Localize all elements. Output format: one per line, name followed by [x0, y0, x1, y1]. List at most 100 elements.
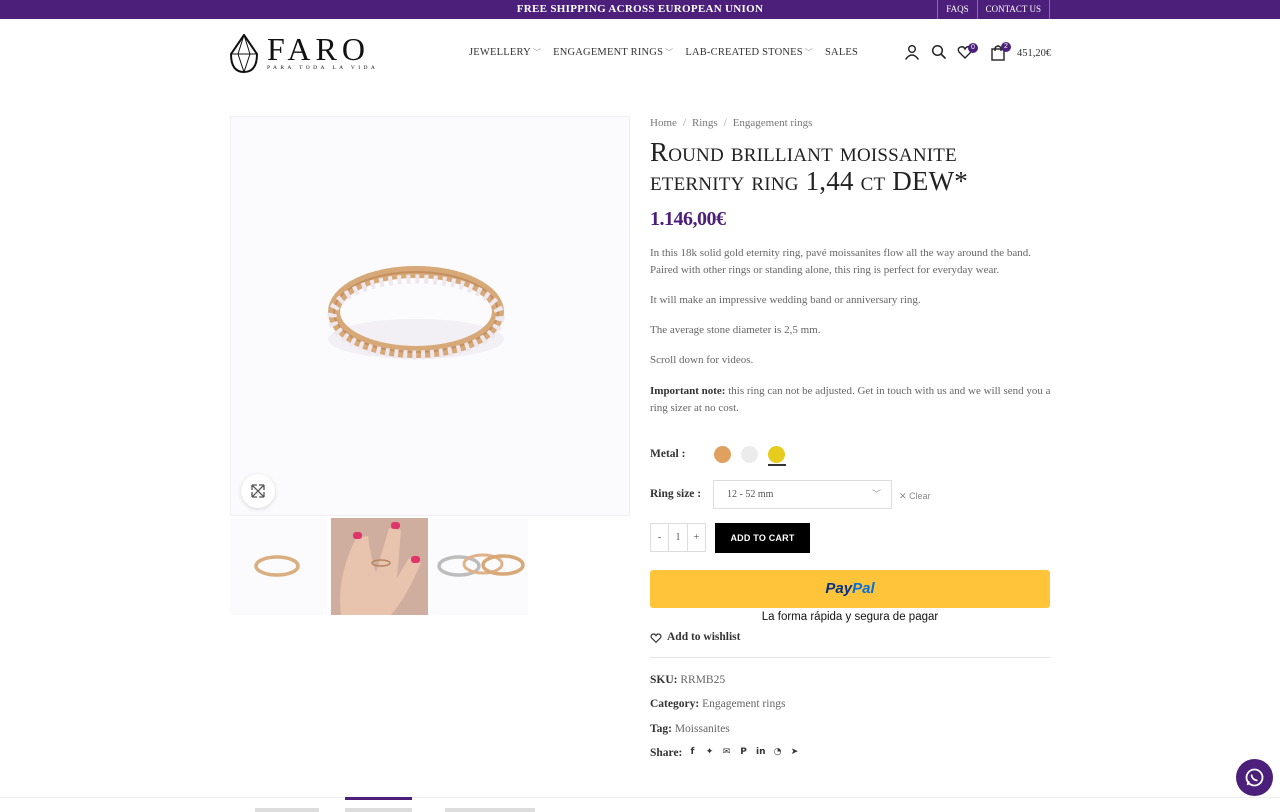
metal-label: Metal :	[650, 448, 686, 460]
ring-size-label-text: Ring size	[650, 488, 695, 500]
ring-thumbnail-image	[254, 555, 300, 577]
product-price: 1.146,00€	[650, 208, 726, 230]
tag-link[interactable]: Moissanites	[675, 723, 730, 735]
product-description-1: In this 18k solid gold eternity ring, pa…	[650, 247, 1031, 276]
ring-size-label: Ring size :	[650, 488, 702, 500]
share-icons: f ✦ ✉ P in ◔ ➤	[688, 748, 799, 757]
chevron-down-icon: ﹀	[532, 48, 542, 57]
linkedin-icon[interactable]: in	[756, 748, 766, 757]
tab-ghost	[255, 808, 319, 812]
nav-label: SALES	[825, 47, 859, 58]
nav-item-sales[interactable]: SALES	[825, 47, 858, 58]
sku-row: SKU: RRMB25	[650, 674, 725, 686]
gem-logo-icon	[229, 34, 259, 74]
cart-total[interactable]: 451,20€	[1017, 48, 1051, 59]
swatch-yellow-gold[interactable]	[768, 446, 785, 463]
category-label: Category:	[650, 698, 700, 710]
important-note: Important note: this ring can not be adj…	[650, 383, 1052, 416]
whatsapp-chat-button[interactable]	[1236, 759, 1273, 796]
nav-item-jewellery[interactable]: JEWELLERY ﹀	[469, 47, 541, 58]
telegram-icon[interactable]: ➤	[790, 748, 799, 757]
clear-label: Clear	[909, 491, 931, 501]
increase-button[interactable]: +	[688, 524, 705, 551]
product-description-3: The average stone diameter is 2,5 mm.	[650, 324, 821, 336]
nav-label: JEWELLERY	[469, 47, 531, 58]
twitter-icon[interactable]: ✦	[705, 748, 714, 757]
swatch-white-gold[interactable]	[741, 446, 758, 463]
add-to-wishlist-link[interactable]: Add to wishlist	[650, 631, 741, 643]
tab-ghost	[445, 808, 535, 812]
faqs-link[interactable]: FAQS	[937, 0, 976, 19]
breadcrumb: Home / Rings / Engagement rings	[650, 117, 812, 129]
divider	[650, 657, 1050, 658]
product-main-image[interactable]	[230, 116, 630, 516]
quantity-input[interactable]: 1	[668, 524, 688, 551]
tag-row: Tag: Moissanites	[650, 723, 730, 735]
product-title: Round brilliant moissanite eternity ring…	[650, 137, 969, 196]
tag-label: Tag:	[650, 723, 672, 735]
paypal-logo-pay: Pay	[825, 580, 853, 597]
account-icon[interactable]	[904, 44, 920, 60]
thumbnail-3[interactable]	[431, 518, 528, 615]
rings-thumbnail-image	[437, 553, 525, 577]
nav-label: LAB-CREATED STONES	[685, 47, 803, 58]
ring-size-select[interactable]: 12 - 52 mm ﹀	[713, 480, 892, 509]
site-logo[interactable]: FARO PARA TODA LA VIDA	[229, 31, 379, 75]
share-label: Share:	[650, 747, 683, 759]
wishlist-count-badge: 0	[968, 43, 978, 53]
thumbnail-1[interactable]	[230, 518, 327, 615]
selected-swatch-indicator	[768, 464, 786, 466]
top-links: FAQS CONTACT US	[937, 0, 1050, 19]
main-nav: JEWELLERY ﹀ ENGAGEMENT RINGS ﹀ LAB-CREATED…	[469, 47, 858, 58]
hand-thumbnail-image	[331, 518, 428, 615]
category-link[interactable]: Engagement rings	[702, 698, 785, 710]
note-label: Important note:	[650, 385, 726, 397]
nav-item-engagement-rings[interactable]: ENGAGEMENT RINGS ﹀	[553, 47, 673, 58]
chevron-down-icon: ﹀	[804, 48, 813, 57]
brand-tagline: PARA TODA LA VIDA	[267, 65, 379, 71]
zoom-button[interactable]	[241, 474, 275, 508]
sku-label: SKU:	[650, 674, 678, 686]
tab-ghost	[345, 808, 412, 812]
thumbnail-2[interactable]	[331, 518, 428, 615]
breadcrumb-rings[interactable]: Rings	[692, 117, 718, 129]
ring-image	[327, 266, 505, 360]
shipping-notice: FREE SHIPPING ACROSS EUROPEAN UNION	[516, 3, 764, 15]
category-row: Category: Engagement rings	[650, 698, 785, 710]
active-tab-indicator	[345, 797, 412, 800]
product-description-2: It will make an impressive wedding band …	[650, 294, 921, 306]
add-to-cart-button[interactable]: ADD TO CART	[715, 523, 810, 553]
breadcrumb-home[interactable]: Home	[650, 117, 677, 129]
nav-label: ENGAGEMENT RINGS	[553, 47, 664, 58]
contact-link[interactable]: CONTACT US	[976, 0, 1050, 19]
wishlist-label: Add to wishlist	[667, 631, 741, 643]
facebook-icon[interactable]: f	[688, 748, 697, 757]
tabs-divider	[0, 797, 1280, 798]
paypal-tagline: La forma rápida y segura de pagar	[761, 611, 939, 623]
swatch-rose-gold[interactable]	[714, 446, 731, 463]
chevron-down-icon: ﹀	[665, 48, 674, 57]
breadcrumb-separator: /	[682, 117, 686, 129]
breadcrumb-engagement-rings[interactable]: Engagement rings	[733, 117, 813, 129]
email-icon[interactable]: ✉	[722, 748, 731, 757]
decrease-button[interactable]: -	[651, 524, 668, 551]
close-icon: ✕	[899, 491, 907, 501]
nav-item-lab-created-stones[interactable]: LAB-CREATED STONES ﹀	[685, 47, 813, 58]
whatsapp-icon	[1245, 768, 1264, 787]
product-description-4: Scroll down for videos.	[650, 354, 754, 366]
sku-value: RRMB25	[680, 674, 726, 686]
clear-button[interactable]: ✕ Clear	[899, 491, 931, 502]
search-icon[interactable]	[931, 44, 947, 60]
metal-label-text: Metal	[650, 448, 679, 460]
paypal-button[interactable]: PayPal	[650, 570, 1050, 608]
quantity-stepper: - 1 +	[650, 523, 706, 552]
share-row: Share:	[650, 747, 682, 759]
top-bar: FREE SHIPPING ACROSS EUROPEAN UNION FAQS…	[0, 0, 1280, 19]
brand-name: FARO	[267, 31, 370, 67]
heart-icon	[650, 632, 662, 643]
pinterest-icon[interactable]: P	[739, 748, 748, 757]
ring-size-value: 12 - 52 mm	[727, 489, 774, 500]
expand-icon	[251, 484, 265, 498]
whatsapp-icon[interactable]: ◔	[773, 748, 782, 757]
chevron-down-icon: ﹀	[871, 489, 881, 499]
